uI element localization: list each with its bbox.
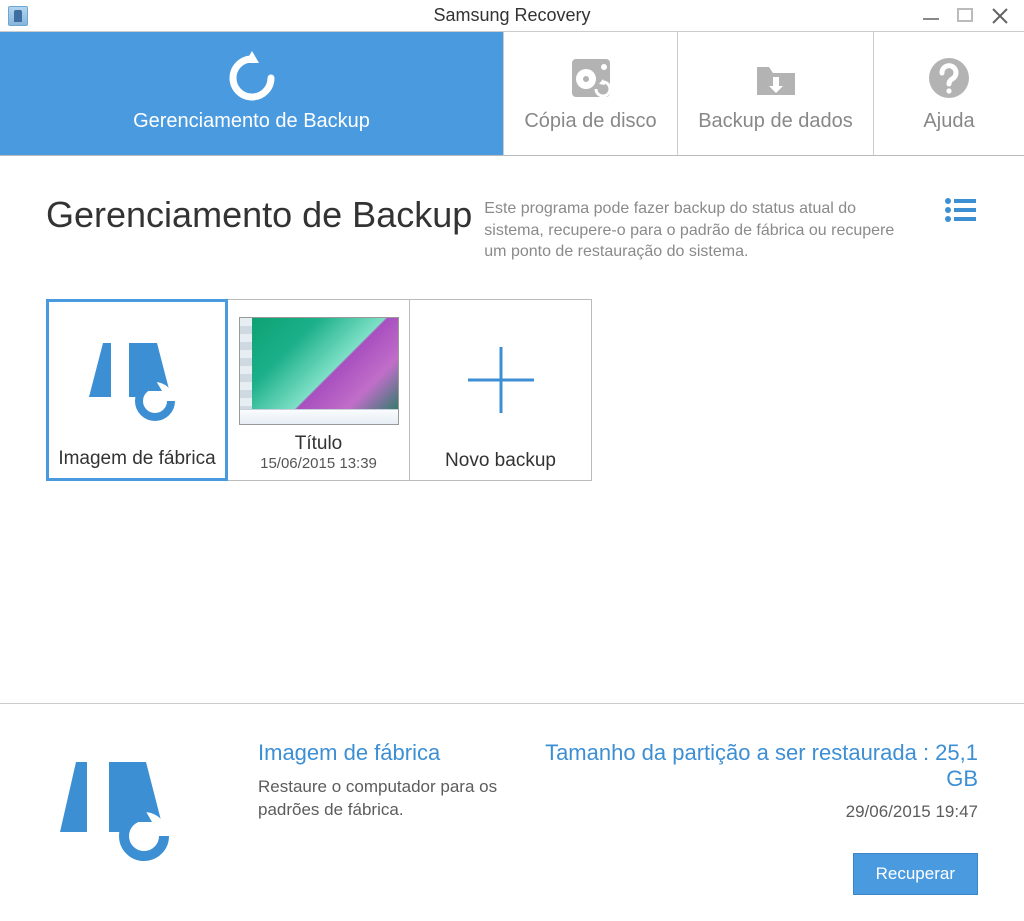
- details-date: 29/06/2015 19:47: [522, 802, 978, 822]
- maximize-icon[interactable]: [956, 6, 974, 26]
- factory-image-icon: [53, 312, 221, 448]
- card-title: Imagem de fábrica: [58, 448, 215, 470]
- content-area: Gerenciamento de Backup Este programa po…: [0, 156, 1024, 491]
- help-icon: [924, 54, 974, 102]
- details-description: Restaure o computador para os padrões de…: [258, 776, 502, 822]
- list-view-icon[interactable]: [944, 196, 978, 229]
- page-description: Este programa pode fazer backup do statu…: [484, 198, 914, 263]
- card-title: Novo backup: [445, 450, 556, 472]
- restore-button[interactable]: Recuperar: [853, 853, 978, 895]
- disk-copy-icon: [566, 54, 616, 102]
- tab-disk-copy[interactable]: Cópia de disco: [504, 32, 678, 155]
- backup-cards: Imagem de fábrica Título 15/06/2015 13:3…: [46, 299, 978, 481]
- download-folder-icon: [751, 54, 801, 102]
- details-panel: Imagem de fábrica Restaure o computador …: [0, 703, 1024, 921]
- tab-backup-management[interactable]: Gerenciamento de Backup: [0, 32, 504, 155]
- titlebar: Samsung Recovery: [0, 0, 1024, 32]
- tab-bar: Gerenciamento de Backup Cópia de disco B…: [0, 32, 1024, 156]
- details-title: Imagem de fábrica: [258, 740, 502, 766]
- close-icon[interactable]: [990, 6, 1010, 26]
- card-title: Título: [295, 433, 343, 455]
- tab-data-backup[interactable]: Backup de dados: [678, 32, 874, 155]
- window-title: Samsung Recovery: [0, 5, 1024, 26]
- refresh-icon: [223, 54, 281, 102]
- backup-thumbnail: [232, 310, 405, 433]
- tab-label: Ajuda: [917, 110, 980, 133]
- card-user-backup[interactable]: Título 15/06/2015 13:39: [228, 299, 410, 481]
- tab-label: Backup de dados: [692, 110, 859, 133]
- card-subtitle: 15/06/2015 13:39: [260, 455, 377, 472]
- app-icon: [8, 6, 28, 26]
- tab-label: Gerenciamento de Backup: [127, 110, 376, 133]
- card-factory-image[interactable]: Imagem de fábrica: [46, 299, 228, 481]
- tab-help[interactable]: Ajuda: [874, 32, 1024, 155]
- partition-size: Tamanho da partição a ser restaurada : 2…: [522, 740, 978, 792]
- page-title: Gerenciamento de Backup: [46, 194, 472, 236]
- plus-icon: [414, 310, 587, 450]
- minimize-icon[interactable]: [922, 6, 940, 26]
- factory-image-icon: [46, 740, 246, 895]
- card-new-backup[interactable]: Novo backup: [410, 299, 592, 481]
- tab-label: Cópia de disco: [518, 110, 662, 133]
- window-controls: [922, 6, 1024, 26]
